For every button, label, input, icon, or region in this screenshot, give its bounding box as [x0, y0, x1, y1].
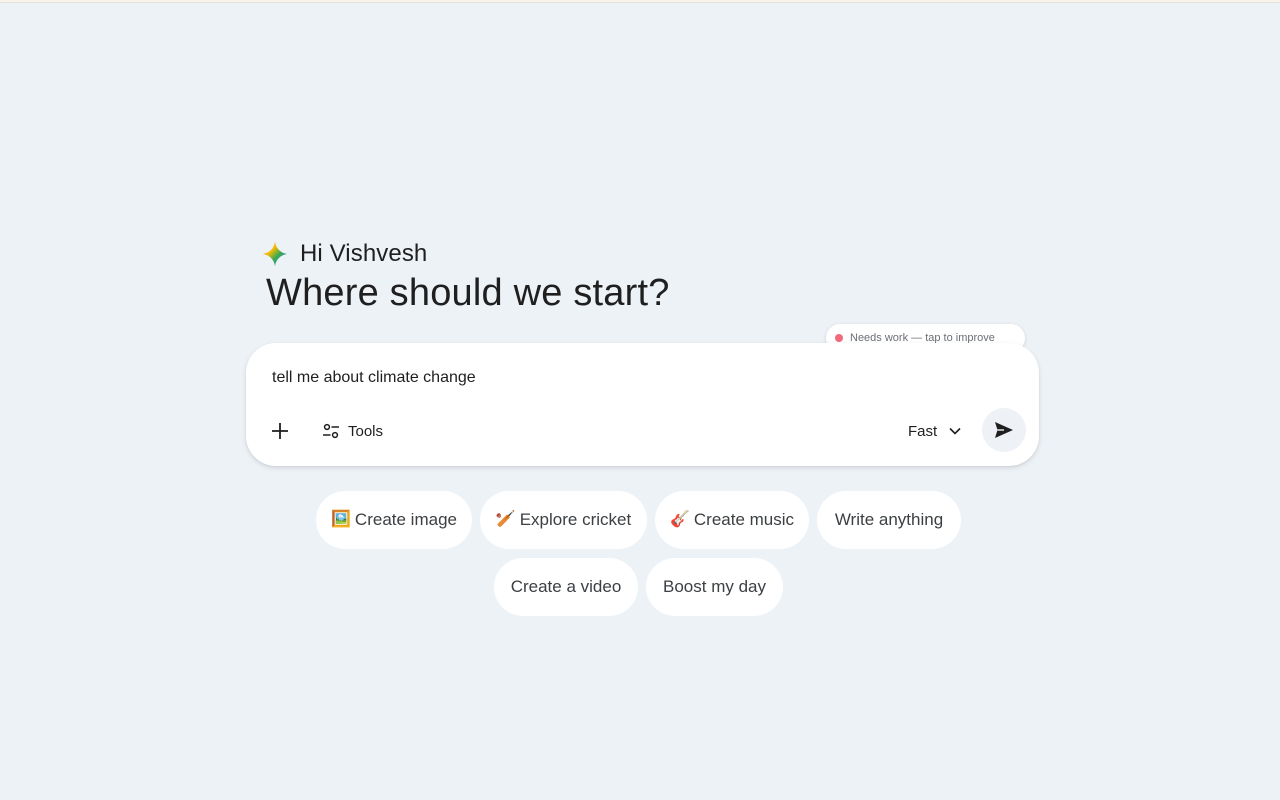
chip-create-music[interactable]: 🎸 Create music [655, 491, 809, 549]
chevron-down-icon [949, 427, 961, 435]
model-label: Fast [908, 422, 938, 440]
greeting-text: Hi Vishvesh [300, 240, 428, 267]
chip-label: Boost my day [663, 577, 766, 596]
add-button[interactable] [264, 415, 296, 447]
tools-label: Tools [348, 422, 384, 440]
tools-sliders-icon [323, 423, 339, 439]
page-headline: Where should we start? [266, 272, 670, 314]
gemini-spark-icon [262, 241, 288, 267]
chip-label: Write anything [834, 510, 944, 529]
top-border [0, 0, 1280, 3]
chip-label: Create a video [510, 577, 622, 596]
prompt-box: tell me about climate change Tools Fast [246, 343, 1039, 466]
chip-boost-my-day[interactable]: Boost my day [646, 558, 783, 616]
status-dot [835, 334, 843, 342]
guitar-icon: 🎸 [669, 511, 690, 528]
model-selector[interactable]: Fast [902, 415, 967, 447]
greeting: Hi Vishvesh [262, 240, 427, 268]
chip-explore-cricket[interactable]: 🏏 Explore cricket [480, 491, 647, 549]
picture-icon: 🖼️ [331, 511, 351, 528]
plus-icon [272, 423, 288, 439]
send-button[interactable] [982, 408, 1026, 452]
chip-label: Explore cricket [519, 510, 632, 529]
chip-label: Create music [693, 510, 795, 529]
prompt-input[interactable]: tell me about climate change [272, 369, 476, 387]
chip-create-video[interactable]: Create a video [494, 558, 638, 616]
send-icon [995, 422, 1013, 438]
chip-create-image[interactable]: 🖼️ Create image [316, 491, 472, 549]
cricket-icon: 🏏 [495, 511, 516, 528]
chip-label: Create image [354, 510, 457, 529]
tools-button[interactable]: Tools [316, 415, 389, 447]
chip-write-anything[interactable]: Write anything [817, 491, 961, 549]
